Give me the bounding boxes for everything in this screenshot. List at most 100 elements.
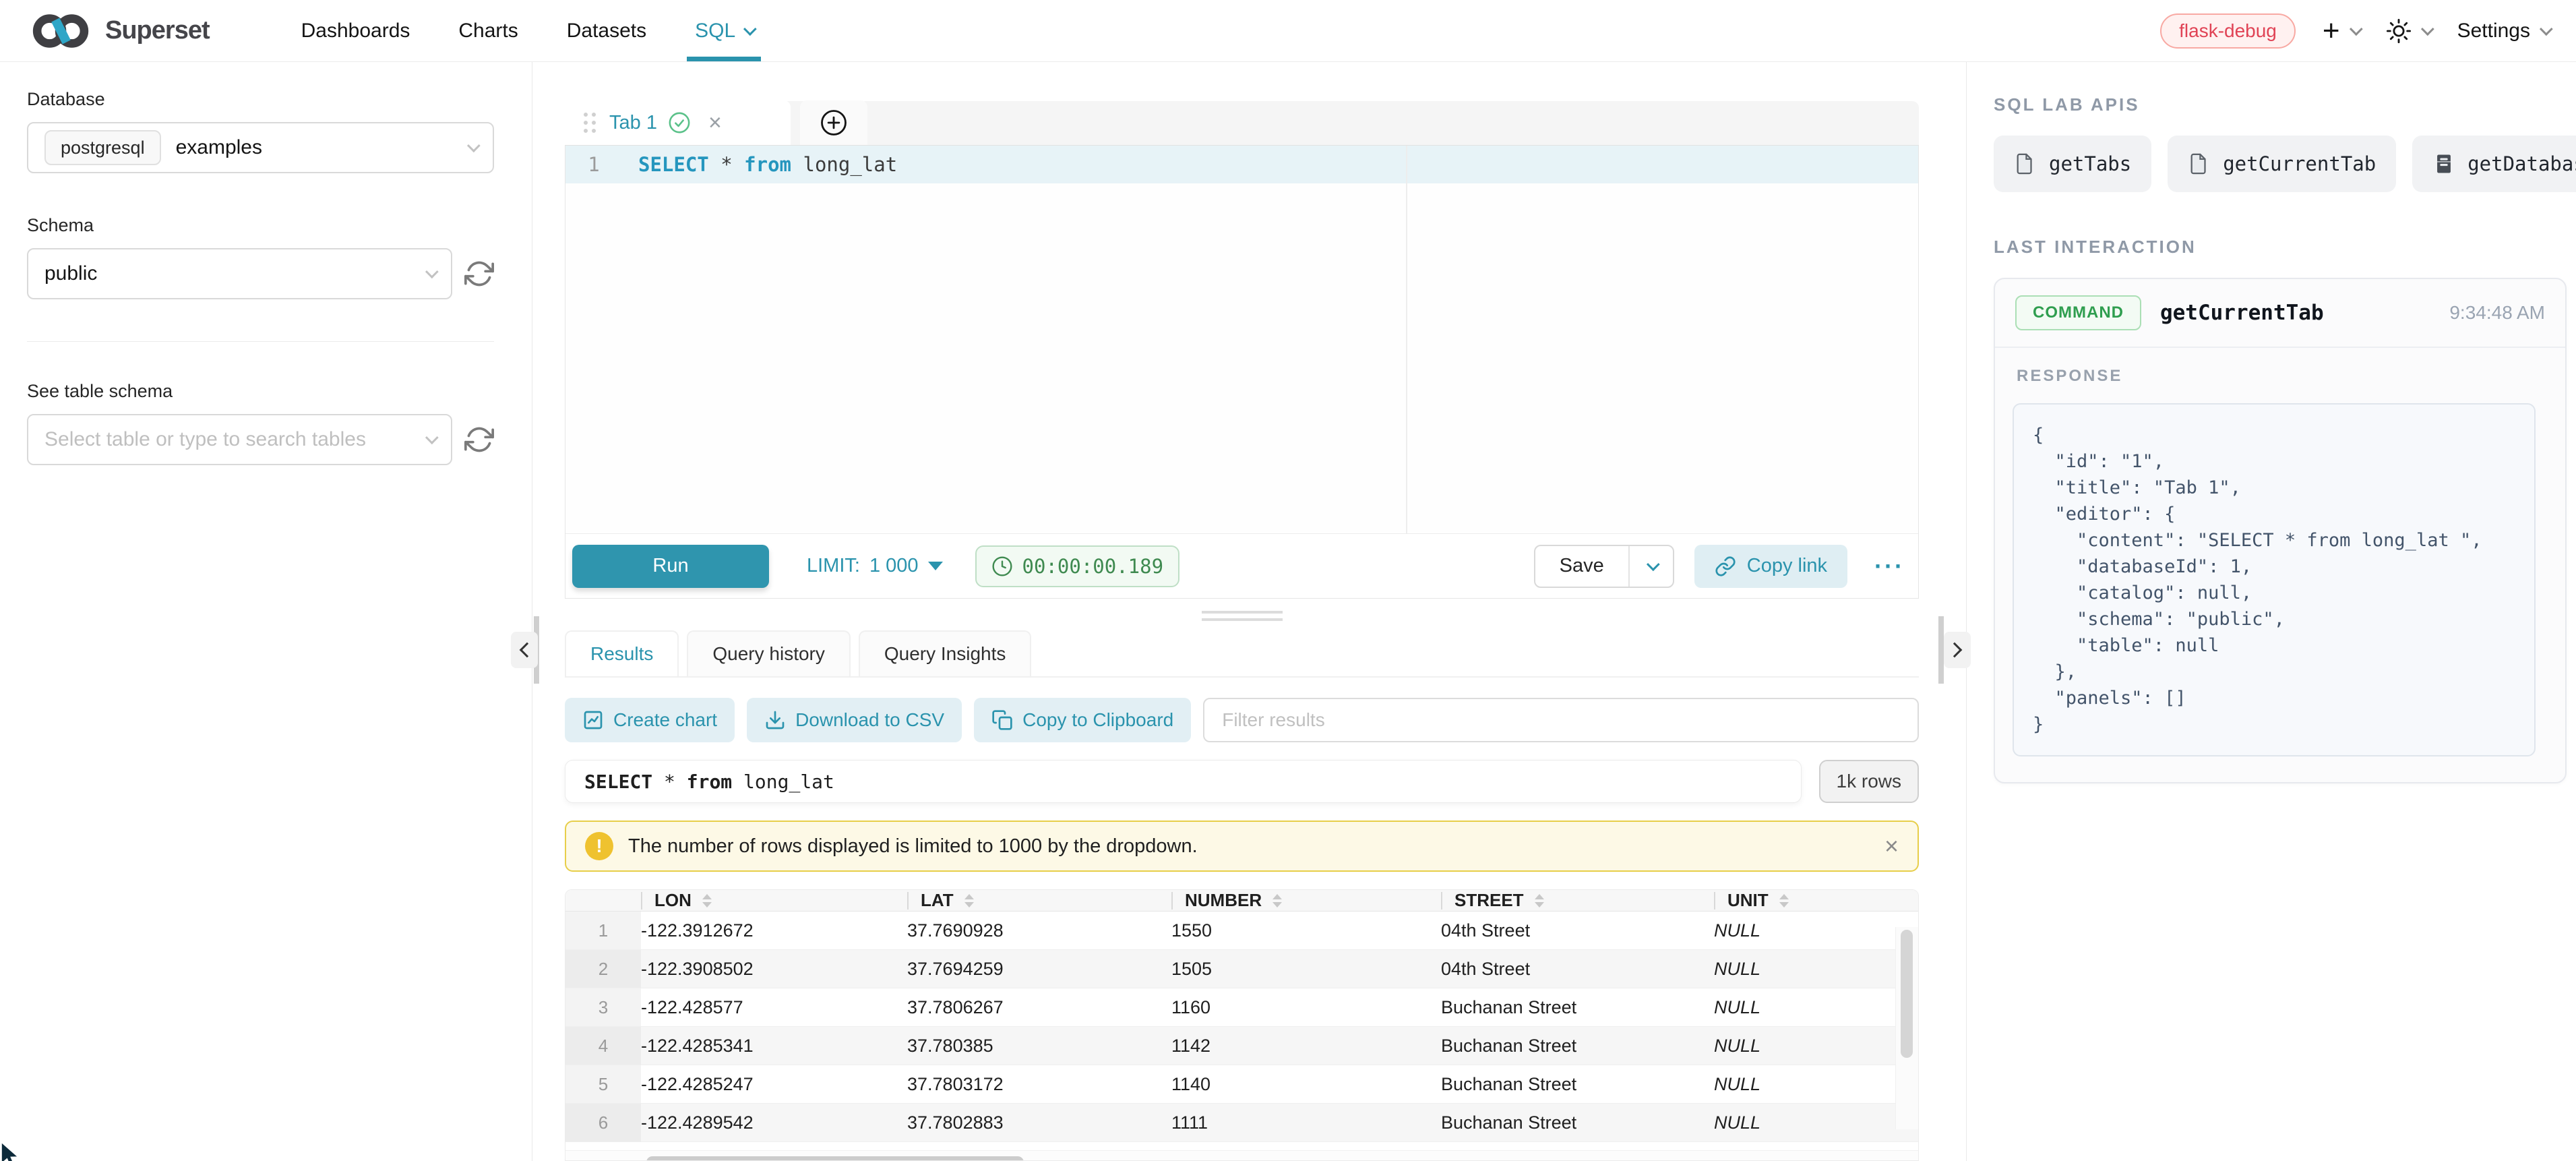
chevron-left-icon — [520, 643, 535, 658]
run-button[interactable]: Run — [572, 545, 769, 588]
limit-dropdown[interactable]: LIMIT: 1 000 — [807, 555, 943, 577]
executed-query-text: SELECT * from long_lat — [565, 760, 1802, 803]
database-select[interactable]: postgresql examples — [27, 122, 494, 173]
navbar-right: flask-debug + Settings — [2160, 13, 2549, 49]
table-row: 1 -122.3912672 37.7690928 1550 04th Stre… — [565, 912, 1918, 950]
elapsed-time: 00:00:00.189 — [1022, 555, 1164, 578]
results-actions: Create chart Download to CSV Copy to Cli… — [565, 698, 1919, 742]
editor-tab-strip: Tab 1 × — [565, 101, 1919, 146]
column-header-unit[interactable]: UNIT — [1714, 890, 1918, 911]
api-getcurrenttab-button[interactable]: getCurrentTab — [2168, 136, 2396, 192]
plus-icon: + — [2323, 16, 2340, 46]
editor-tab-1[interactable]: Tab 1 × — [565, 100, 791, 145]
row-number-header — [565, 890, 641, 911]
table-select[interactable]: Select table or type to search tables — [27, 414, 452, 465]
table-body: 1 -122.3912672 37.7690928 1550 04th Stre… — [565, 912, 1918, 1150]
chevron-down-icon — [467, 139, 481, 152]
api-gettabs-button[interactable]: getTabs — [1994, 136, 2151, 192]
schema-select[interactable]: public — [27, 248, 452, 299]
superset-logo[interactable]: Superset — [27, 10, 210, 52]
link-icon — [1715, 556, 1736, 577]
table-horizontal-scrollbar[interactable] — [565, 1150, 1918, 1160]
sql-code-editor[interactable]: 1 SELECT * from long_lat — [565, 146, 1918, 533]
navbar: Superset Dashboards Charts Datasets SQL … — [0, 0, 2576, 62]
executed-query-row: SELECT * from long_lat 1k rows — [565, 760, 1919, 803]
table-row: 6 -122.4289542 37.7802883 1111 Buchanan … — [565, 1104, 1918, 1142]
warning-message: The number of rows displayed is limited … — [628, 835, 1198, 858]
chevron-down-icon — [743, 22, 757, 36]
line-number: 1 — [565, 153, 622, 176]
limit-value: 1 000 — [869, 555, 919, 577]
download-icon — [764, 709, 786, 731]
copy-to-clipboard-button[interactable]: Copy to Clipboard — [974, 698, 1191, 742]
environment-tag: flask-debug — [2160, 13, 2296, 49]
row-limit-warning: ! The number of rows displayed is limite… — [565, 821, 1919, 872]
create-chart-button[interactable]: Create chart — [565, 698, 735, 742]
column-header-number[interactable]: NUMBER — [1171, 890, 1441, 911]
theme-toggle-button[interactable] — [2386, 18, 2430, 44]
save-split-button: Save — [1534, 545, 1674, 588]
table-schema-label: See table schema — [27, 381, 494, 402]
schema-select-value: public — [44, 262, 97, 285]
tab-title: Tab 1 — [609, 112, 657, 134]
column-header-lat[interactable]: LAT — [907, 890, 1171, 911]
nav-dashboards[interactable]: Dashboards — [277, 0, 435, 61]
tab-query-insights[interactable]: Query Insights — [859, 630, 1032, 676]
database-engine-tag: postgresql — [44, 130, 161, 165]
page-icon — [2014, 152, 2037, 175]
tab-query-history[interactable]: Query history — [687, 630, 851, 676]
column-header-street[interactable]: STREET — [1441, 890, 1714, 911]
apis-header: SQL LAB APIS — [1994, 94, 2567, 115]
table-row: 4 -122.4285341 37.780385 1142 Buchanan S… — [565, 1027, 1918, 1065]
save-button[interactable]: Save — [1535, 546, 1630, 587]
chevron-down-icon — [425, 265, 439, 278]
nav-datasets[interactable]: Datasets — [543, 0, 671, 61]
sort-icon — [1272, 894, 1282, 907]
add-tab-button[interactable] — [800, 100, 867, 145]
save-options-button[interactable] — [1630, 546, 1673, 587]
database-select-value: examples — [176, 136, 262, 159]
sqllab-api-panel: SQL LAB APIS getTabs getCurrentTab — [1967, 62, 2576, 1161]
command-name: getCurrentTab — [2160, 301, 2324, 325]
table-header: LON LAT NUMBER STREET UNIT — [565, 890, 1918, 912]
filter-results-input[interactable] — [1203, 698, 1919, 742]
dismiss-warning-icon[interactable]: × — [1884, 832, 1899, 860]
settings-menu[interactable]: Settings — [2457, 20, 2549, 42]
nav-sql[interactable]: SQL — [671, 0, 777, 61]
caret-down-icon — [928, 562, 943, 570]
column-header-lon[interactable]: LON — [641, 890, 907, 911]
row-count-badge: 1k rows — [1819, 760, 1919, 803]
drag-handle-icon[interactable] — [584, 113, 596, 133]
sort-icon — [702, 894, 712, 907]
cabinet-icon — [2432, 152, 2455, 175]
api-getdatabases-button[interactable]: getDatabases — [2412, 136, 2576, 192]
mouse-cursor — [0, 1141, 24, 1161]
collapse-api-panel-button[interactable] — [1944, 632, 1971, 668]
new-item-button[interactable]: + — [2323, 16, 2359, 46]
close-tab-icon[interactable]: × — [708, 110, 722, 136]
sqllab-left-sidebar: Database postgresql examples Schema publ… — [0, 62, 532, 1161]
response-label: RESPONSE — [2017, 367, 2536, 386]
download-csv-button[interactable]: Download to CSV — [747, 698, 962, 742]
refresh-tables-icon[interactable] — [464, 425, 494, 454]
schema-label: Schema — [27, 215, 494, 236]
tab-results[interactable]: Results — [565, 630, 679, 676]
results-tab-strip: Results Query history Query Insights — [565, 630, 1919, 678]
collapse-sidebar-button[interactable] — [511, 632, 538, 668]
refresh-schema-icon[interactable] — [464, 259, 494, 289]
more-actions-button[interactable]: ··· — [1874, 552, 1905, 580]
chevron-down-icon — [2350, 22, 2363, 36]
api-buttons: getTabs getCurrentTab getDatabases — [1994, 136, 2567, 192]
print-margin-line — [1406, 146, 1407, 533]
panel-resize-handle[interactable] — [1202, 611, 1283, 621]
table-vertical-scrollbar[interactable] — [1895, 927, 1918, 1129]
active-tab-underline — [687, 57, 761, 61]
sql-code-line: SELECT * from long_lat — [638, 153, 897, 176]
chevron-down-icon — [2421, 22, 2434, 36]
sun-icon — [2386, 18, 2412, 44]
database-group: Database postgresql examples — [27, 89, 494, 173]
nav-charts[interactable]: Charts — [434, 0, 542, 61]
copy-link-button[interactable]: Copy link — [1694, 545, 1847, 588]
editor-toolbar: Run LIMIT: 1 000 00:00:00.189 Save — [565, 533, 1918, 598]
chevron-down-icon — [1647, 558, 1660, 571]
